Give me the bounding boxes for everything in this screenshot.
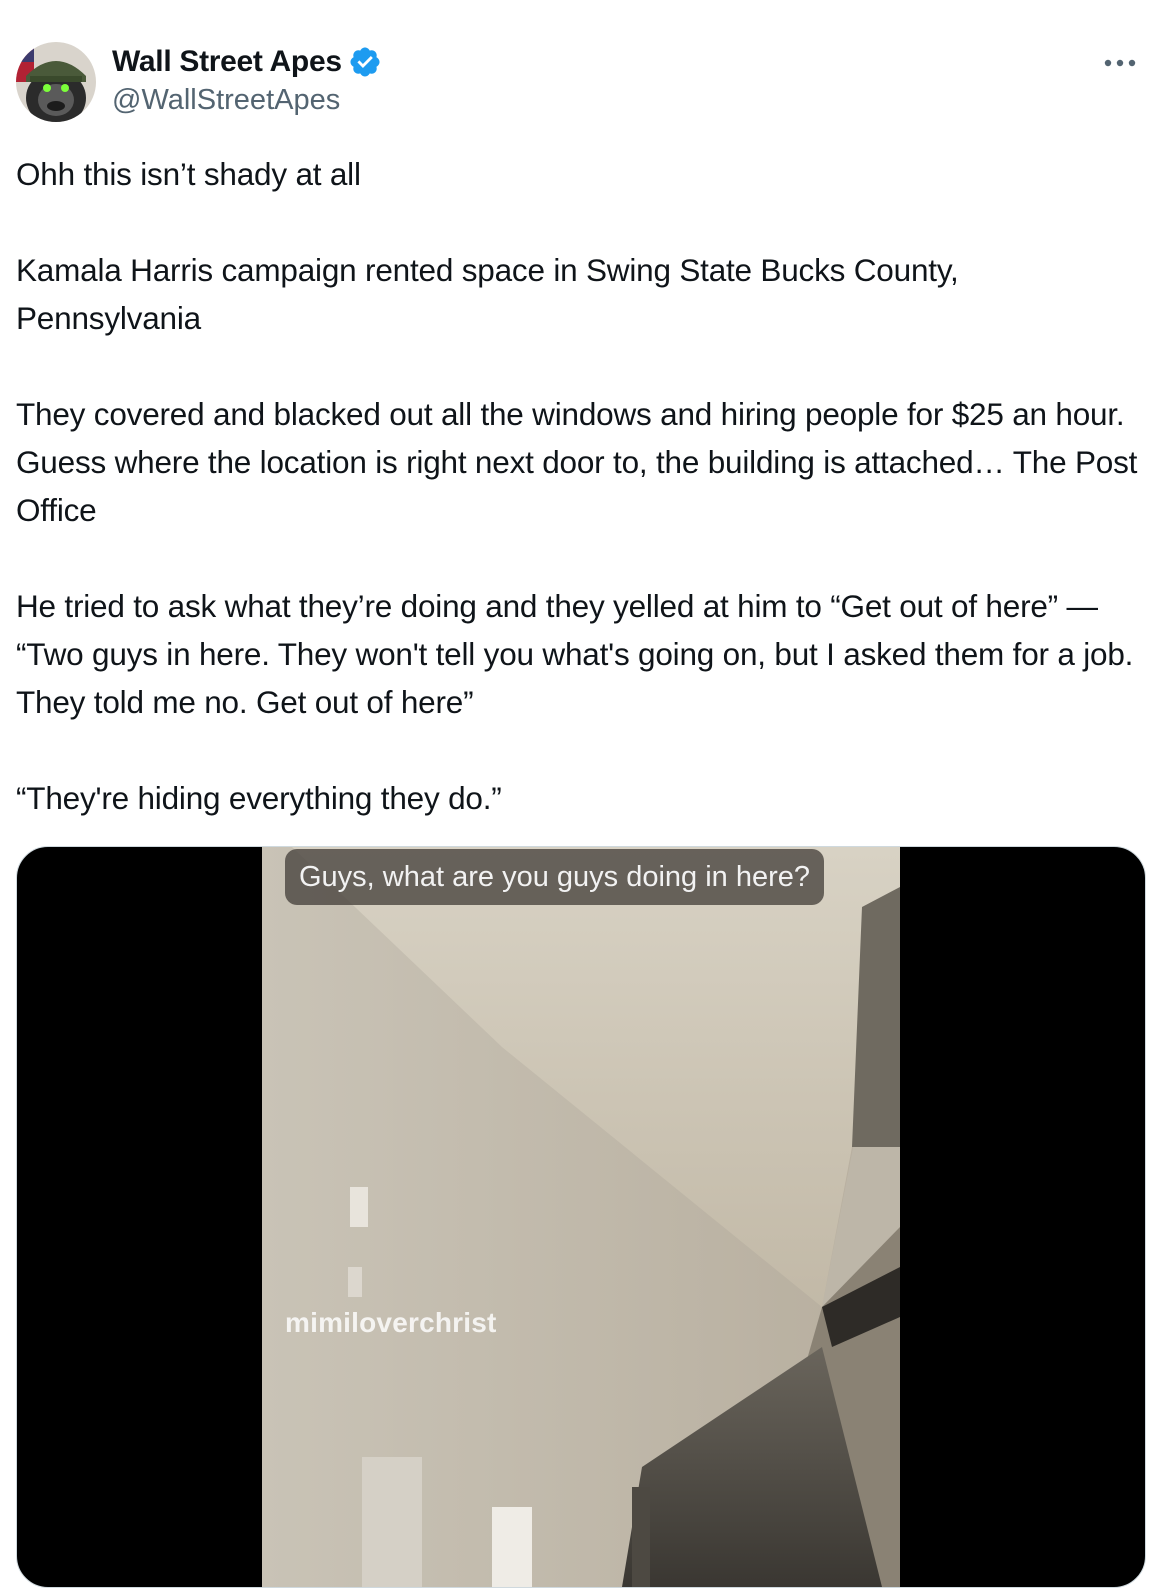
verified-badge-icon[interactable]: [348, 45, 382, 79]
video-watermark: mimiloverchrist: [285, 1307, 497, 1338]
tweet-header: Wall Street Apes @WallStreetApes: [16, 40, 1144, 124]
tweet-paragraph: Kamala Harris campaign rented space in S…: [16, 252, 959, 336]
tweet-paragraph: They covered and blacked out all the win…: [16, 396, 1138, 528]
video-caption: Guys, what are you guys doing in here?: [285, 849, 825, 905]
video-still-image: [262, 847, 900, 1587]
video-frame: [262, 847, 900, 1587]
display-name[interactable]: Wall Street Apes: [112, 45, 342, 79]
tweet-text: Ohh this isn’t shady at all Kamala Harri…: [16, 150, 1144, 870]
tweet-paragraph: Ohh this isn’t shady at all: [16, 156, 361, 192]
tweet-paragraph: “They're hiding everything they do.”: [16, 780, 502, 816]
display-name-row: Wall Street Apes: [112, 44, 382, 80]
more-options-icon: [1104, 59, 1136, 67]
tweet: Wall Street Apes @WallStreetApes Ohh thi…: [0, 0, 1160, 1588]
avatar[interactable]: [16, 42, 96, 122]
gorilla-helmet-avatar-icon: [16, 42, 96, 122]
more-options-button[interactable]: [1100, 48, 1140, 78]
author-handle[interactable]: @WallStreetApes: [112, 84, 382, 117]
author-names: Wall Street Apes @WallStreetApes: [112, 44, 382, 117]
video-player[interactable]: Guys, what are you guys doing in here? m…: [16, 846, 1146, 1588]
tweet-paragraph: He tried to ask what they’re doing and t…: [16, 588, 1134, 720]
